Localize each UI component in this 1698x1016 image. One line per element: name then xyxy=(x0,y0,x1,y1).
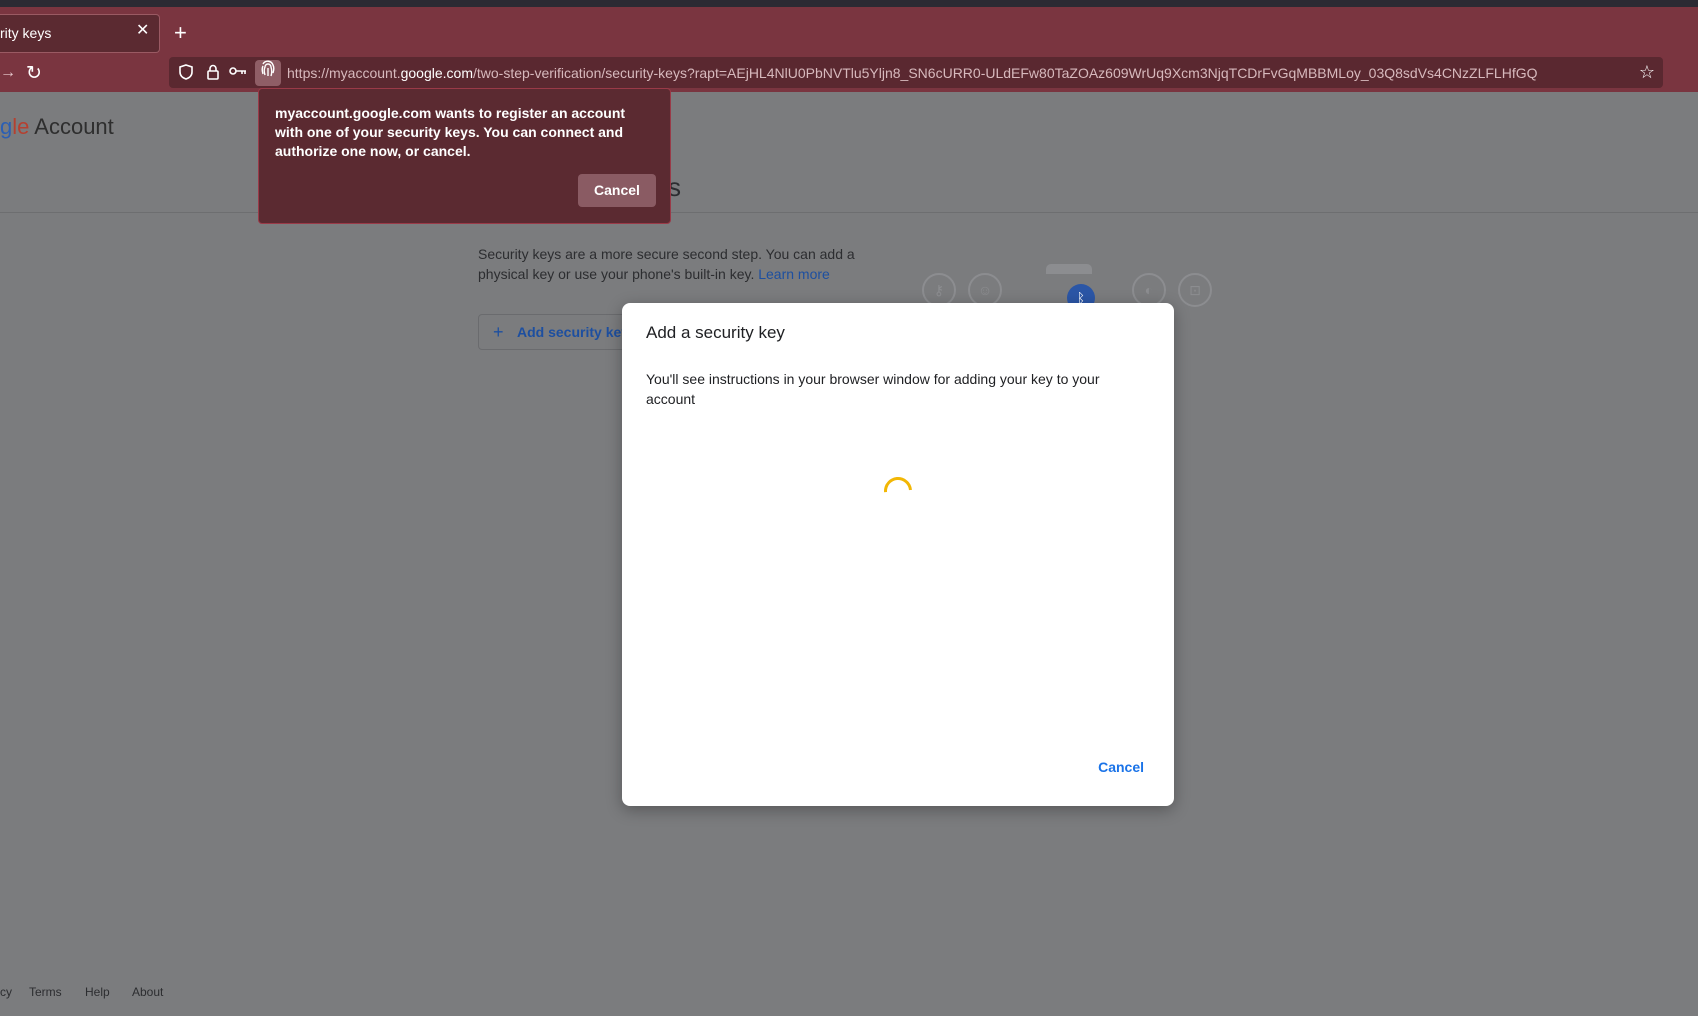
popup-message: myaccount.google.com wants to register a… xyxy=(275,105,626,159)
add-security-key-label: Add security key xyxy=(517,324,630,340)
learn-more-link[interactable]: Learn more xyxy=(758,266,830,282)
google-account-logo[interactable]: gle Account xyxy=(0,114,114,140)
lock-icon[interactable] xyxy=(206,64,220,83)
reload-icon[interactable]: ↻ xyxy=(26,62,42,85)
active-tab[interactable]: rity keys ✕ xyxy=(0,14,160,53)
tab-strip: rity keys ✕ + xyxy=(0,7,1698,54)
footer-terms-link[interactable]: Terms xyxy=(29,985,62,999)
header-divider xyxy=(0,212,1698,213)
back-arrow-icon[interactable]: → xyxy=(0,64,16,82)
account-illustration-icon: ☺ xyxy=(968,273,1002,307)
phone-illustration xyxy=(1046,264,1092,274)
footer-help-link[interactable]: Help xyxy=(85,985,110,999)
footer-about-link[interactable]: About xyxy=(132,985,163,999)
add-security-key-button[interactable]: + Add security key xyxy=(478,314,638,350)
key-illustration-icon: ⚷ xyxy=(922,273,956,307)
close-tab-icon[interactable]: ✕ xyxy=(136,23,149,39)
address-bar[interactable]: https://myaccount.google.com/two-step-ve… xyxy=(169,57,1663,88)
bookmark-star-icon[interactable]: ☆ xyxy=(1639,62,1655,83)
plus-icon: + xyxy=(493,322,504,342)
dialog-title: Add a security key xyxy=(646,323,785,342)
lock-illustration-icon: ⊡ xyxy=(1178,273,1212,307)
loading-spinner-icon xyxy=(878,471,918,511)
footer-privacy-link[interactable]: cy xyxy=(0,985,12,999)
contrast-illustration-icon: ◐ xyxy=(1132,273,1166,307)
tab-title: rity keys xyxy=(0,25,52,41)
shield-icon[interactable] xyxy=(179,64,193,83)
fingerprint-icon[interactable] xyxy=(255,60,281,86)
popup-cancel-button[interactable]: Cancel xyxy=(578,174,656,207)
dialog-cancel-button[interactable]: Cancel xyxy=(1098,759,1144,775)
new-tab-button[interactable]: + xyxy=(174,22,187,44)
add-security-key-dialog: Add a security key You'll see instructio… xyxy=(622,303,1174,806)
window-titlebar xyxy=(0,0,1698,7)
webauthn-permission-popup: myaccount.google.com wants to register a… xyxy=(258,88,671,224)
permissions-icon[interactable] xyxy=(229,64,247,81)
url-text[interactable]: https://myaccount.google.com/two-step-ve… xyxy=(287,65,1538,81)
navigation-toolbar: → ↻ https://myaccount.google.com/two-ste… xyxy=(0,54,1698,92)
security-keys-description: Security keys are a more secure second s… xyxy=(478,246,855,282)
dialog-body: You'll see instructions in your browser … xyxy=(646,371,1100,407)
